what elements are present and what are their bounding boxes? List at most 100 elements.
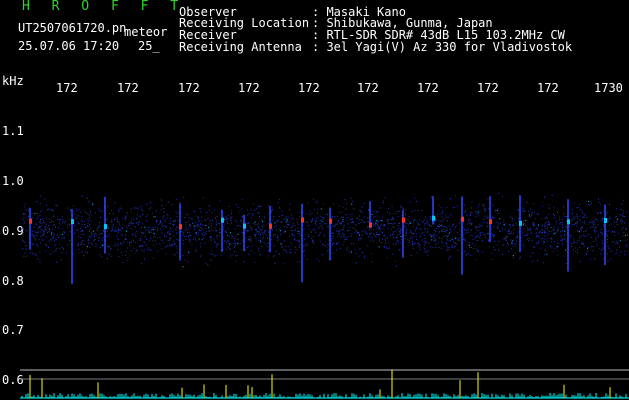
- noise-pixel: [470, 234, 472, 236]
- noise-pixel: [602, 246, 604, 248]
- noise-pixel: [304, 255, 306, 257]
- noise-pixel: [551, 241, 553, 243]
- meteor-head: [604, 218, 607, 224]
- noise-pixel: [442, 210, 444, 212]
- noise-pixel: [39, 251, 41, 253]
- noise-pixel: [284, 250, 286, 252]
- noise-pixel: [445, 214, 447, 216]
- noise-pixel: [253, 203, 255, 205]
- noise-pixel: [186, 221, 188, 223]
- noise-pixel: [341, 211, 343, 213]
- noise-pixel: [553, 213, 554, 215]
- noise-pixel: [359, 209, 361, 211]
- noise-pixel: [241, 199, 243, 201]
- noise-pixel: [305, 243, 307, 245]
- noise-pixel: [432, 235, 434, 236]
- noise-pixel: [207, 217, 209, 219]
- noise-pixel: [422, 220, 424, 222]
- noise-pixel: [279, 207, 281, 209]
- noise-pixel: [189, 225, 191, 226]
- noise-pixel: [286, 252, 288, 254]
- noise-pixel: [459, 223, 461, 225]
- noise-pixel: [551, 226, 553, 228]
- noise-pixel: [543, 224, 545, 226]
- noise-pixel: [529, 214, 530, 216]
- noise-pixel: [157, 236, 159, 238]
- noise-pixel: [600, 249, 602, 251]
- noise-pixel: [292, 234, 294, 236]
- noise-pixel: [302, 250, 304, 252]
- noise-pixel: [511, 224, 513, 226]
- noise-pixel: [27, 215, 29, 217]
- noise-pixel: [491, 252, 493, 254]
- noise-pixel: [166, 246, 168, 248]
- noise-pixel: [172, 231, 174, 233]
- noise-pixel: [619, 214, 621, 216]
- noise-pixel: [59, 219, 61, 220]
- noise-pixel: [554, 215, 555, 216]
- noise-pixel: [414, 218, 416, 220]
- noise-pixel: [445, 216, 447, 218]
- noise-pixel: [332, 203, 334, 205]
- noise-pixel: [208, 223, 210, 225]
- noise-pixel: [452, 247, 454, 249]
- noise-pixel: [187, 232, 189, 233]
- noise-pixel: [107, 205, 109, 207]
- noise-pixel: [511, 231, 513, 233]
- noise-pixel: [197, 220, 199, 222]
- noise-pixel: [345, 237, 347, 239]
- noise-pixel: [548, 222, 550, 224]
- noise-pixel: [508, 233, 510, 235]
- noise-pixel: [32, 253, 34, 254]
- noise-pixel: [166, 217, 168, 219]
- noise-pixel: [109, 248, 111, 250]
- noise-pixel: [195, 233, 197, 235]
- noise-pixel: [507, 244, 509, 246]
- noise-pixel: [133, 223, 135, 225]
- noise-pixel: [69, 209, 71, 211]
- noise-pixel: [386, 246, 388, 248]
- noise-pixel: [374, 216, 376, 218]
- noise-pixel: [166, 213, 168, 215]
- noise-pixel: [155, 220, 157, 222]
- noise-pixel: [250, 239, 252, 241]
- noise-pixel: [23, 222, 25, 224]
- noise-pixel: [544, 228, 546, 230]
- noise-pixel: [445, 231, 447, 233]
- noise-pixel: [541, 238, 543, 239]
- noise-pixel: [579, 204, 581, 206]
- noise-pixel: [292, 217, 294, 219]
- noise-pixel: [195, 222, 197, 223]
- noise-pixel: [352, 221, 354, 223]
- noise-pixel: [50, 240, 52, 242]
- noise-pixel: [485, 209, 487, 210]
- noise-pixel: [250, 250, 252, 252]
- noise-pixel: [506, 236, 508, 237]
- noise-pixel: [554, 248, 556, 249]
- noise-pixel: [62, 237, 64, 239]
- noise-pixel: [450, 228, 452, 230]
- noise-pixel: [59, 234, 61, 236]
- noise-pixel: [89, 236, 91, 238]
- noise-pixel: [358, 222, 360, 224]
- noise-pixel: [562, 244, 564, 246]
- noise-pixel: [547, 240, 549, 242]
- noise-pixel: [92, 233, 94, 235]
- noise-pixel: [55, 204, 57, 206]
- noise-pixel: [277, 202, 279, 204]
- noise-pixel: [311, 231, 313, 233]
- noise-pixel: [44, 222, 46, 224]
- noise-pixel: [131, 218, 133, 220]
- noise-pixel: [234, 243, 236, 245]
- noise-pixel: [224, 240, 226, 242]
- noise-pixel: [96, 234, 98, 236]
- noise-pixel: [560, 231, 562, 233]
- noise-pixel: [412, 221, 414, 223]
- noise-pixel: [189, 235, 191, 236]
- noise-pixel: [397, 228, 399, 230]
- noise-pixel: [53, 237, 55, 239]
- noise-pixel: [159, 222, 161, 224]
- noise-pixel: [454, 226, 456, 228]
- noise-pixel: [511, 233, 513, 235]
- noise-pixel: [395, 213, 396, 215]
